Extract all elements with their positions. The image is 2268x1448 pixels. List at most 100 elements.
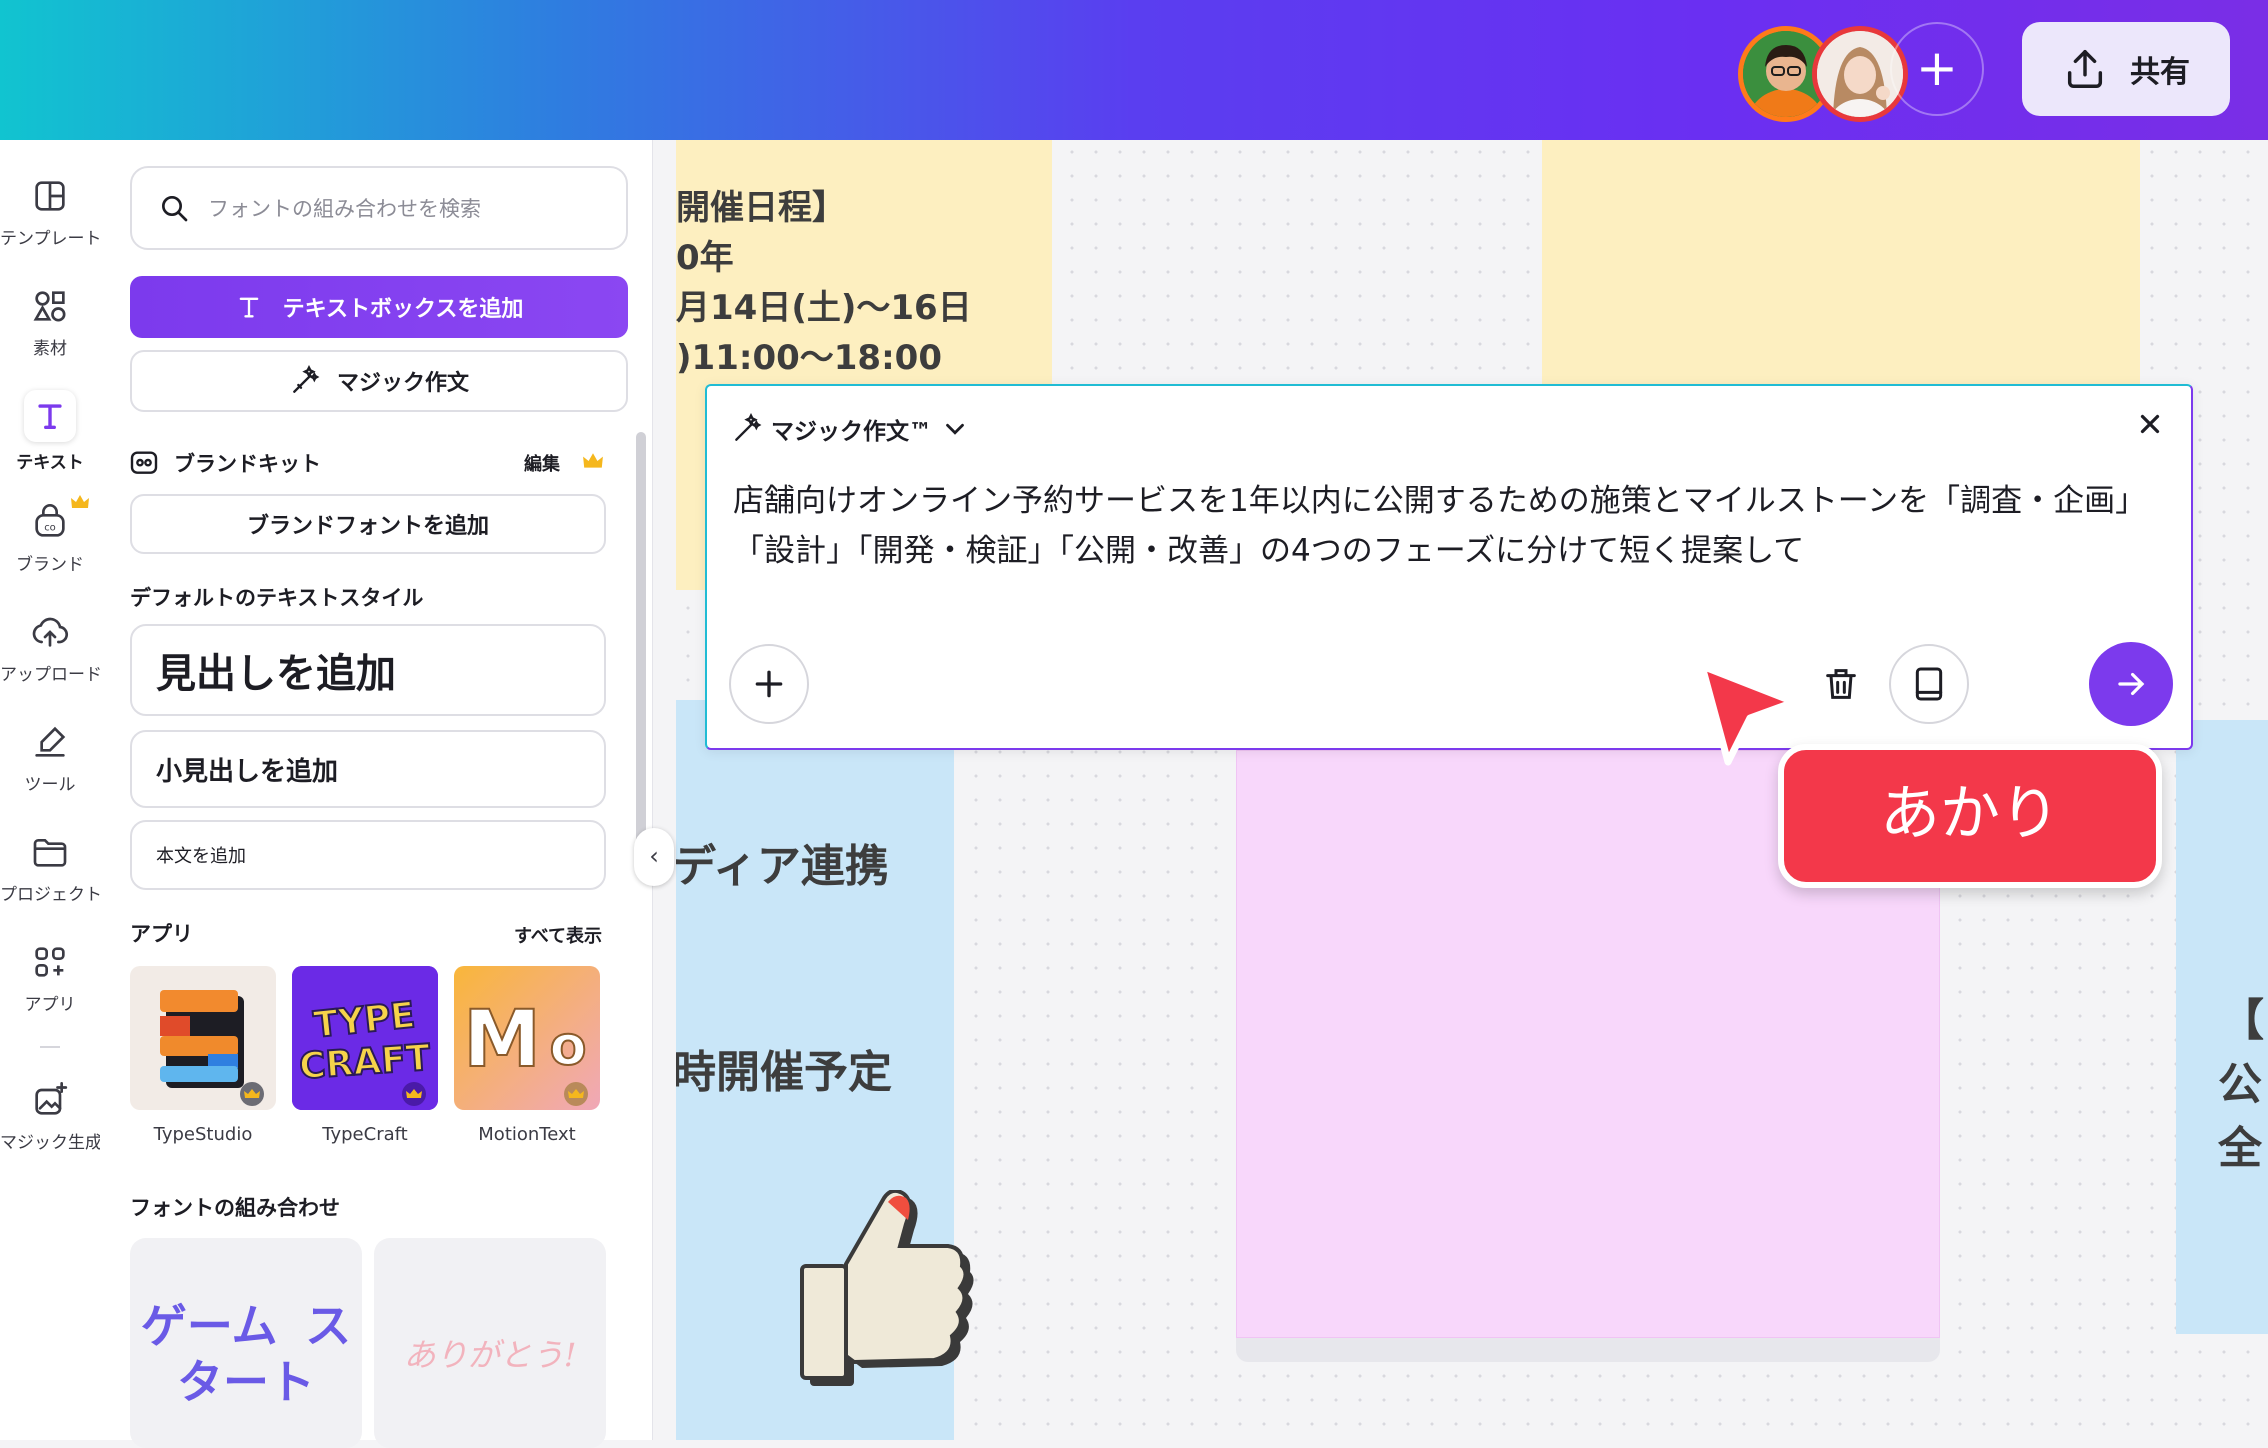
- font-combo-sample: ゲーム スタート: [140, 1299, 352, 1409]
- note-text: 月14日(土)〜16日: [676, 288, 972, 328]
- brand-kit-icon: [130, 451, 158, 474]
- font-combo-search-input[interactable]: フォントの組み合わせを検索: [130, 166, 628, 250]
- magic-write-prompt-input[interactable]: 店舗向けオンライン予約サービスを1年以内に公開するための施策とマイルストーンを「…: [733, 476, 2163, 576]
- share-upload-icon: [2067, 50, 2103, 88]
- collaborator-name-tag: あかり: [1778, 744, 2162, 888]
- apps-title: アプリ: [130, 922, 193, 946]
- arrow-right-icon: [2118, 672, 2145, 696]
- text-icon: [38, 404, 62, 430]
- svg-text:o: o: [549, 1014, 586, 1077]
- rail-label: 素材: [33, 339, 67, 359]
- chevron-down-icon: [946, 423, 964, 435]
- top-bar: + 共有: [0, 0, 2268, 140]
- magic-write-header[interactable]: マジック作文™: [731, 412, 970, 446]
- upload-icon: [32, 617, 69, 647]
- folder-icon: [33, 839, 67, 867]
- rail-label: テンプレート: [0, 229, 102, 249]
- font-combo-card[interactable]: ありがとう!: [374, 1238, 606, 1448]
- template-icon: [35, 181, 65, 211]
- add-body-button[interactable]: 本文を追加: [130, 820, 606, 890]
- trash-icon: [1826, 669, 1856, 699]
- rail-item-tools[interactable]: ツール: [0, 722, 100, 795]
- rail-label: ブランド: [16, 555, 84, 575]
- rail-label: プロジェクト: [0, 885, 102, 905]
- app-card-typecraft[interactable]: TYPE CRAFT: [292, 966, 438, 1110]
- magic-write-button[interactable]: マジック作文: [130, 350, 628, 412]
- delete-button[interactable]: [1811, 654, 1871, 714]
- rail-label: ツール: [24, 775, 76, 795]
- note-text: 0年: [676, 238, 734, 278]
- rail-item-template[interactable]: テンプレート: [0, 176, 102, 249]
- magic-write-label: マジック作文: [336, 371, 469, 396]
- add-brand-font-button[interactable]: ブランドフォントを追加: [130, 494, 606, 554]
- search-icon: [162, 196, 188, 222]
- brand-icon: co: [35, 504, 65, 537]
- rail-item-projects[interactable]: プロジェクト: [0, 832, 102, 905]
- svg-text:M: M: [463, 995, 541, 1085]
- note-shadow: [1236, 1336, 1940, 1362]
- svg-text:co: co: [44, 522, 56, 533]
- app-name: TypeStudio: [153, 1124, 253, 1145]
- rail-label: マジック生成: [0, 1133, 102, 1153]
- crown-icon: [583, 453, 603, 468]
- draw-tool-icon: [35, 726, 66, 757]
- motiontext-logo-icon: M o: [462, 994, 588, 1106]
- note-text: 時開催予定: [676, 1047, 892, 1098]
- text-t-icon: [239, 297, 258, 318]
- body-label: 本文を追加: [156, 846, 246, 867]
- font-combo-card[interactable]: ゲーム スタート: [130, 1238, 362, 1448]
- thumbs-up-sticker-icon[interactable]: [796, 1190, 986, 1390]
- typestudio-logo-icon: [160, 990, 264, 1106]
- share-button[interactable]: 共有: [2022, 22, 2230, 116]
- default-styles-title: デフォルトのテキストスタイル: [130, 586, 424, 610]
- magic-write-dialog: マジック作文™ 店舗向けオンライン予約サービスを1年以内に公開するための施策とマ…: [705, 384, 2193, 750]
- submit-button[interactable]: [2089, 642, 2173, 726]
- apps-see-all-link[interactable]: すべて表示: [514, 922, 602, 948]
- magic-write-title: マジック作文™: [771, 419, 932, 445]
- app-card-motiontext[interactable]: M o: [454, 966, 600, 1110]
- note-text: 公: [2218, 1059, 2262, 1110]
- add-heading-button[interactable]: 見出しを追加: [130, 624, 606, 716]
- rail-item-brand[interactable]: co ブランド: [0, 495, 100, 575]
- rail-item-apps[interactable]: アプリ: [0, 942, 100, 1015]
- book-icon: [1915, 667, 1943, 701]
- rail-label: アプリ: [24, 995, 76, 1015]
- add-brand-font-label: ブランドフォントを追加: [246, 514, 489, 539]
- app-name: TypeCraft: [322, 1124, 408, 1145]
- collaborator-cursor-icon: [1698, 662, 1798, 766]
- rail-item-upload[interactable]: アップロード: [0, 612, 102, 685]
- left-rail: テンプレート 素材 テキスト co ブランド アップロード ツール プロジェクト…: [0, 140, 102, 1440]
- add-collaborator-button[interactable]: +: [1890, 22, 1984, 116]
- magic-wand-icon: [293, 365, 320, 393]
- add-textbox-label: テキストボックスを追加: [282, 297, 524, 322]
- note-text: 【: [2220, 995, 2264, 1046]
- note-text: 開催日程】: [676, 188, 846, 228]
- panel-scrollbar[interactable]: [636, 432, 646, 872]
- note-text: )11:00〜18:00: [676, 338, 942, 378]
- rail-item-magic-media[interactable]: マジック生成: [0, 1080, 102, 1153]
- note-text: 全: [2218, 1123, 2262, 1174]
- add-subheading-button[interactable]: 小見出しを追加: [130, 730, 606, 808]
- subheading-label: 小見出しを追加: [156, 756, 339, 787]
- rail-item-text[interactable]: テキスト: [0, 390, 100, 473]
- elements-icon: [33, 291, 66, 322]
- typecraft-logo-icon: TYPE CRAFT: [292, 966, 438, 1110]
- close-icon[interactable]: [2135, 408, 2165, 448]
- crown-icon: [71, 495, 89, 508]
- heading-label: 見出しを追加: [156, 651, 396, 697]
- brand-kit-title: ブランドキット: [174, 452, 321, 476]
- sticky-note-yellow[interactable]: [1542, 140, 2140, 400]
- font-combos-title: フォントの組み合わせ: [130, 1196, 340, 1220]
- app-name: MotionText: [478, 1124, 576, 1145]
- brand-kit-edit-link[interactable]: 編集: [524, 450, 560, 476]
- plus-icon: [755, 670, 783, 698]
- rail-item-elements[interactable]: 素材: [0, 286, 100, 359]
- magic-wand-icon: [735, 413, 762, 441]
- app-card-typestudio[interactable]: [130, 966, 276, 1110]
- add-context-button[interactable]: [729, 644, 809, 724]
- collapse-panel-button[interactable]: ‹: [634, 828, 674, 886]
- sticky-note-blue[interactable]: 【 公 全: [2176, 720, 2268, 1334]
- library-button[interactable]: [1889, 644, 1969, 724]
- add-textbox-button[interactable]: テキストボックスを追加: [130, 276, 628, 338]
- apps-icon: [35, 947, 65, 977]
